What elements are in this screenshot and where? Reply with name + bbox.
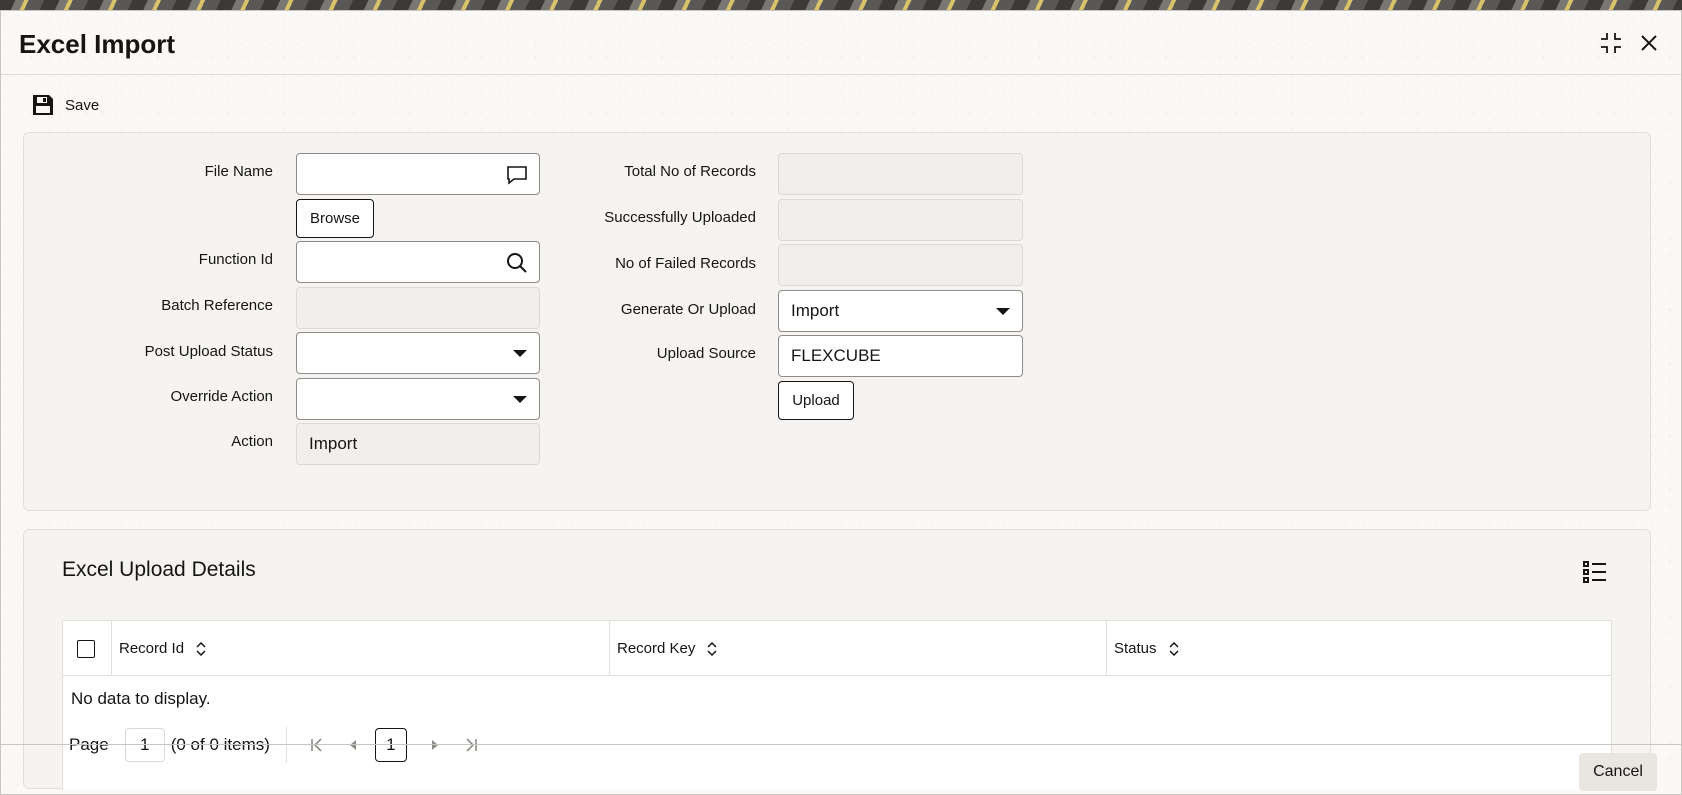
column-status[interactable]: Status [1114,621,1179,676]
total-records-label: Total No of Records [624,163,756,180]
chevron-down-icon [996,308,1010,315]
minimize-icon[interactable] [1597,29,1625,57]
save-button[interactable]: Save [31,91,99,119]
close-icon[interactable] [1635,29,1663,57]
function-id-input[interactable] [296,241,540,283]
override-action-select[interactable] [296,378,540,420]
empty-table-message: No data to display. [71,689,211,708]
section-title: Excel Upload Details [62,558,256,581]
column-divider [1106,621,1107,676]
search-icon[interactable] [505,251,529,275]
action-field: Import [296,423,540,465]
cancel-button[interactable]: Cancel [1579,753,1657,791]
upload-button[interactable]: Upload [778,381,854,420]
file-name-input[interactable] [296,153,540,195]
post-upload-status-label: Post Upload Status [144,343,273,360]
chevron-down-icon [513,396,527,403]
sort-icon [1169,641,1179,656]
batch-reference-label: Batch Reference [161,297,273,314]
action-label: Action [231,433,273,450]
column-divider [609,621,610,676]
successfully-uploaded-field [778,199,1023,241]
import-form-panel: File Name Browse Function Id Batch Refer… [23,132,1651,511]
total-records-field [778,153,1023,195]
column-divider [111,621,112,676]
post-upload-status-select[interactable] [296,332,540,374]
successfully-uploaded-label: Successfully Uploaded [604,209,756,226]
failed-records-label: No of Failed Records [615,255,756,272]
header-banner-strip [0,0,1682,10]
column-record-id[interactable]: Record Id [119,621,206,676]
save-icon [33,95,53,115]
upload-source-input[interactable]: FLEXCUBE [778,335,1023,377]
window-title: Excel Import [19,29,176,59]
file-name-label: File Name [204,163,273,180]
table-header: Record Id Record Key Status [63,621,1611,676]
save-label: Save [65,96,100,114]
sort-icon [707,641,717,656]
browse-button[interactable]: Browse [296,199,374,238]
upload-source-label: Upload Source [656,345,756,362]
message-icon[interactable] [505,163,529,187]
failed-records-field [778,244,1023,286]
window-footer: Cancel [1,744,1681,795]
override-action-label: Override Action [170,388,273,405]
column-list-icon[interactable] [1582,560,1608,584]
generate-or-upload-label: Generate Or Upload [620,301,756,318]
chevron-down-icon [513,350,527,357]
window-header: Excel Import [1,11,1681,75]
select-all-checkbox[interactable] [77,640,95,658]
excel-import-window: Excel Import Save File Name Browse Funct… [0,10,1682,795]
function-id-label: Function Id [198,251,273,268]
generate-or-upload-select[interactable]: Import [778,290,1023,332]
column-record-key[interactable]: Record Key [617,621,717,676]
batch-reference-field [296,287,540,329]
sort-icon [196,641,206,656]
